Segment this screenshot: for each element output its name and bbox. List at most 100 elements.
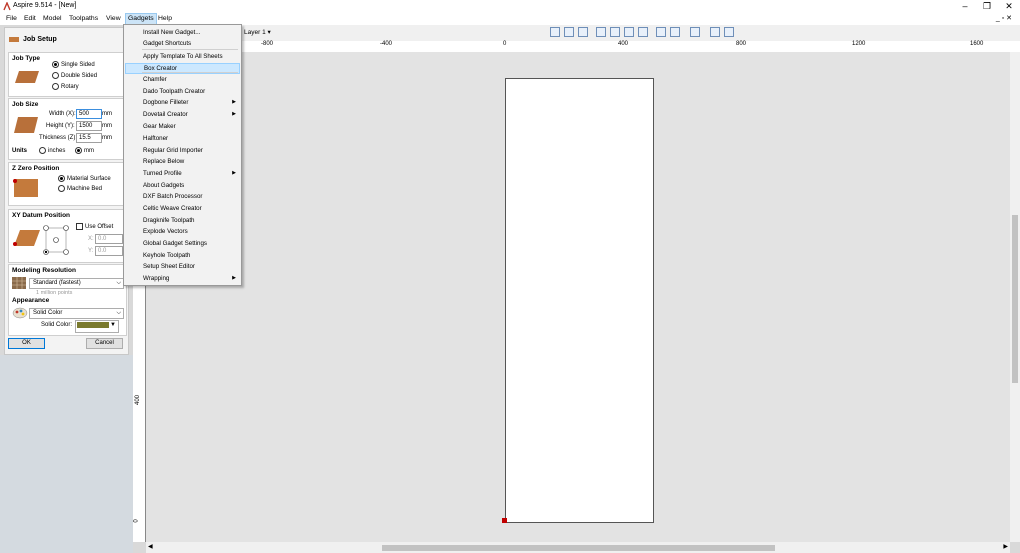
- grid-icon[interactable]: [578, 27, 588, 37]
- units-label: Units: [12, 148, 27, 154]
- y-offset-label: Y:: [88, 248, 94, 254]
- gadget-menu-item[interactable]: DXF Batch Processor: [125, 191, 240, 202]
- height-unit: mm: [102, 123, 112, 129]
- solid-color-picker[interactable]: ▼: [75, 320, 119, 333]
- zoom-extents-icon[interactable]: [656, 27, 666, 37]
- minimize-button[interactable]: –: [954, 0, 976, 13]
- view-toolbar: Layer 1 ▾: [240, 25, 1020, 41]
- height-input[interactable]: 1500: [76, 121, 102, 131]
- job-setup-icon: [9, 37, 19, 43]
- view-3d-icon[interactable]: [564, 27, 574, 37]
- zoom-box-icon[interactable]: [610, 27, 620, 37]
- background-decoration: [0, 355, 133, 553]
- gadget-menu-item[interactable]: Replace Below: [125, 156, 240, 167]
- horizontal-scroll-thumb[interactable]: [382, 545, 775, 551]
- palette-icon: [12, 307, 28, 319]
- radio-double-sided[interactable]: Double Sided: [52, 72, 97, 80]
- z-zero-title: Z Zero Position: [12, 165, 60, 172]
- gadget-menu-item[interactable]: Gear Maker: [125, 121, 240, 132]
- radio-material-surface[interactable]: Material Surface: [58, 175, 111, 183]
- gadget-menu-item[interactable]: Dovetail Creator ▶: [125, 109, 240, 120]
- job-setup-header: Job Setup: [9, 34, 57, 46]
- menu-edit[interactable]: Edit: [22, 14, 38, 24]
- z-zero-section: Z Zero Position Material Surface Machine…: [8, 162, 127, 206]
- gadgets-menu: Install New Gadget... Gadget Shortcuts App…: [123, 24, 242, 286]
- width-label: Width (X):: [49, 111, 76, 117]
- datum-position-grid[interactable]: [40, 224, 72, 256]
- job-setup-panel: Job Setup Job Type Single Sided Double S…: [4, 27, 129, 355]
- vertical-scrollbar[interactable]: [1010, 52, 1020, 542]
- ruler-tick: -800: [261, 41, 274, 47]
- gadget-menu-item[interactable]: About Gadgets: [125, 180, 240, 191]
- radio-inches[interactable]: inches: [39, 147, 65, 155]
- layout-split-icon[interactable]: [724, 27, 734, 37]
- ruler-tick: 1600: [970, 41, 984, 47]
- menu-toolpaths[interactable]: Toolpaths: [67, 14, 100, 24]
- submenu-arrow-icon: ▶: [232, 170, 236, 176]
- job-type-section: Job Type Single Sided Double Sided Rotar…: [8, 52, 127, 97]
- pan-icon[interactable]: [596, 27, 606, 37]
- y-offset-input[interactable]: 0.0: [95, 246, 123, 256]
- layer-selector[interactable]: Layer 1 ▾: [244, 28, 271, 36]
- close-button[interactable]: ✕: [998, 0, 1020, 13]
- radio-mm[interactable]: mm: [75, 147, 94, 155]
- gadget-menu-item[interactable]: Chamfer: [125, 74, 240, 85]
- radio-single-sided[interactable]: Single Sided: [52, 61, 95, 69]
- gadget-menu-item[interactable]: Install New Gadget...: [125, 27, 240, 38]
- material-sheet[interactable]: [505, 78, 654, 523]
- gadget-menu-item[interactable]: Keyhole Toolpath: [125, 250, 240, 261]
- gadget-menu-item[interactable]: Regular Grid Importer: [125, 145, 240, 156]
- job-size-icon: [14, 117, 38, 133]
- radio-rotary[interactable]: Rotary: [52, 83, 79, 91]
- ruler-tick: 400: [618, 41, 629, 47]
- ok-button[interactable]: OK: [8, 338, 45, 349]
- gadget-menu-item[interactable]: Global Gadget Settings: [125, 238, 240, 249]
- material-icon[interactable]: [690, 27, 700, 37]
- horizontal-scrollbar[interactable]: ◀ ▶: [146, 542, 1010, 553]
- vertical-scroll-thumb[interactable]: [1012, 215, 1018, 383]
- x-offset-input[interactable]: 0.0: [95, 234, 123, 244]
- solid-color-label: Solid Color:: [41, 322, 73, 328]
- gadget-menu-item[interactable]: Dragknife Toolpath: [125, 215, 240, 226]
- gadget-menu-item[interactable]: Dado Toolpath Creator: [125, 86, 240, 97]
- gadget-menu-item[interactable]: Dogbone Filleter ▶: [125, 97, 240, 108]
- menu-file[interactable]: File: [4, 14, 19, 24]
- cancel-button[interactable]: Cancel: [86, 338, 123, 349]
- mdi-window-buttons[interactable]: _ ▫ ✕: [996, 13, 1012, 25]
- gadget-menu-item[interactable]: Wrapping ▶: [125, 273, 240, 284]
- width-input[interactable]: 500: [76, 109, 102, 119]
- scroll-left-icon[interactable]: ◀: [148, 543, 153, 550]
- zoom-selection-icon[interactable]: [670, 27, 680, 37]
- ruler-tick: 0: [133, 519, 140, 523]
- thickness-input[interactable]: 15.5: [76, 133, 102, 143]
- resolution-note: 1 million points: [36, 290, 73, 296]
- gadget-menu-item[interactable]: Turned Profile ▶: [125, 168, 240, 179]
- menu-separator: [142, 72, 238, 73]
- scroll-right-icon[interactable]: ▶: [1003, 543, 1008, 550]
- drawing-canvas[interactable]: [146, 52, 1010, 542]
- resolution-icon: [12, 277, 26, 289]
- thickness-label: Thickness (Z):: [39, 135, 78, 141]
- gadget-menu-item[interactable]: Celtic Weave Creator: [125, 203, 240, 214]
- radio-machine-bed[interactable]: Machine Bed: [58, 185, 102, 193]
- height-label: Height (Y):: [46, 123, 75, 129]
- appearance-dropdown[interactable]: Solid Color ⌵: [29, 308, 124, 319]
- gadget-menu-item[interactable]: Halftoner: [125, 133, 240, 144]
- zoom-out-icon[interactable]: [638, 27, 648, 37]
- menu-help[interactable]: Help: [156, 14, 174, 24]
- view-2d-icon[interactable]: [550, 27, 560, 37]
- menu-model[interactable]: Model: [41, 14, 64, 24]
- use-offset-checkbox[interactable]: Use Offset: [76, 223, 113, 231]
- xy-datum-icon: [13, 230, 40, 246]
- zoom-in-icon[interactable]: [624, 27, 634, 37]
- gadget-menu-item[interactable]: Explode Vectors: [125, 226, 240, 237]
- restore-button[interactable]: ❐: [976, 0, 998, 13]
- gadget-menu-item[interactable]: Apply Template To All Sheets: [125, 51, 240, 62]
- resolution-dropdown[interactable]: Standard (fastest) ⌵: [29, 278, 124, 289]
- thickness-unit: mm: [102, 135, 112, 141]
- ruler-tick: 0: [503, 41, 507, 47]
- menu-view[interactable]: View: [104, 14, 123, 24]
- gadget-menu-item[interactable]: Setup Sheet Editor: [125, 261, 240, 272]
- gadget-menu-item[interactable]: Gadget Shortcuts: [125, 38, 240, 49]
- layout-single-icon[interactable]: [710, 27, 720, 37]
